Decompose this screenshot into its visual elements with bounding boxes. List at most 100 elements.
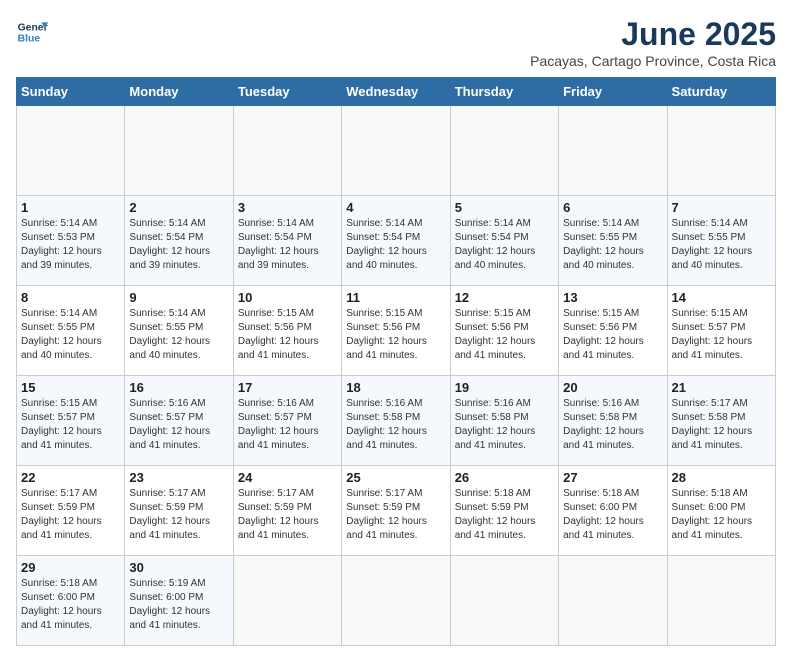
calendar-cell: 19 Sunrise: 5:16 AM Sunset: 5:58 PM Dayli… xyxy=(450,376,558,466)
day-number: 19 xyxy=(455,380,554,395)
cell-content: Sunrise: 5:15 AM Sunset: 5:56 PM Dayligh… xyxy=(238,307,337,363)
calendar-table: SundayMondayTuesdayWednesdayThursdayFrid… xyxy=(16,77,776,646)
calendar-cell: 20 Sunrise: 5:16 AM Sunset: 5:58 PM Dayli… xyxy=(559,376,667,466)
day-number: 22 xyxy=(21,470,120,485)
cell-content: Sunrise: 5:16 AM Sunset: 5:58 PM Dayligh… xyxy=(346,397,445,453)
calendar-cell xyxy=(125,106,233,196)
cell-content: Sunrise: 5:15 AM Sunset: 5:57 PM Dayligh… xyxy=(21,397,120,453)
calendar-week-2: 8 Sunrise: 5:14 AM Sunset: 5:55 PM Daylig… xyxy=(17,286,776,376)
day-number: 15 xyxy=(21,380,120,395)
day-number: 17 xyxy=(238,380,337,395)
calendar-cell: 21Sunrise: 5:17 AM Sunset: 5:58 PM Dayli… xyxy=(667,376,775,466)
cell-content: Sunrise: 5:16 AM Sunset: 5:58 PM Dayligh… xyxy=(563,397,662,453)
calendar-cell: 2Sunrise: 5:14 AM Sunset: 5:54 PM Daylig… xyxy=(125,196,233,286)
cell-content: Sunrise: 5:17 AM Sunset: 5:59 PM Dayligh… xyxy=(346,487,445,543)
calendar-cell xyxy=(233,106,341,196)
day-number: 29 xyxy=(21,560,120,575)
col-header-wednesday: Wednesday xyxy=(342,78,450,106)
col-header-friday: Friday xyxy=(559,78,667,106)
cell-content: Sunrise: 5:18 AM Sunset: 6:00 PM Dayligh… xyxy=(672,487,771,543)
calendar-cell xyxy=(667,106,775,196)
day-number: 27 xyxy=(563,470,662,485)
header-row: SundayMondayTuesdayWednesdayThursdayFrid… xyxy=(17,78,776,106)
calendar-cell: 24Sunrise: 5:17 AM Sunset: 5:59 PM Dayli… xyxy=(233,466,341,556)
day-number: 8 xyxy=(21,290,120,305)
cell-content: Sunrise: 5:14 AM Sunset: 5:55 PM Dayligh… xyxy=(129,307,228,363)
cell-content: Sunrise: 5:14 AM Sunset: 5:54 PM Dayligh… xyxy=(238,217,337,273)
calendar-cell xyxy=(667,556,775,646)
page-header: General Blue June 2025 Pacayas, Cartago … xyxy=(16,16,776,69)
col-header-thursday: Thursday xyxy=(450,78,558,106)
cell-content: Sunrise: 5:19 AM Sunset: 6:00 PM Dayligh… xyxy=(129,577,228,633)
calendar-cell: 9 Sunrise: 5:14 AM Sunset: 5:55 PM Daylig… xyxy=(125,286,233,376)
cell-content: Sunrise: 5:15 AM Sunset: 5:56 PM Dayligh… xyxy=(346,307,445,363)
calendar-cell xyxy=(450,556,558,646)
day-number: 16 xyxy=(129,380,228,395)
calendar-week-0 xyxy=(17,106,776,196)
cell-content: Sunrise: 5:14 AM Sunset: 5:53 PM Dayligh… xyxy=(21,217,120,273)
calendar-cell: 7Sunrise: 5:14 AM Sunset: 5:55 PM Daylig… xyxy=(667,196,775,286)
title-area: June 2025 Pacayas, Cartago Province, Cos… xyxy=(530,16,776,69)
calendar-cell: 18 Sunrise: 5:16 AM Sunset: 5:58 PM Dayli… xyxy=(342,376,450,466)
calendar-cell: 29Sunrise: 5:18 AM Sunset: 6:00 PM Dayli… xyxy=(17,556,125,646)
cell-content: Sunrise: 5:18 AM Sunset: 6:00 PM Dayligh… xyxy=(563,487,662,543)
cell-content: Sunrise: 5:15 AM Sunset: 5:57 PM Dayligh… xyxy=(672,307,771,363)
calendar-cell: 26 Sunrise: 5:18 AM Sunset: 5:59 PM Dayli… xyxy=(450,466,558,556)
cell-content: Sunrise: 5:15 AM Sunset: 5:56 PM Dayligh… xyxy=(563,307,662,363)
calendar-cell: 8 Sunrise: 5:14 AM Sunset: 5:55 PM Daylig… xyxy=(17,286,125,376)
calendar-cell xyxy=(342,556,450,646)
location: Pacayas, Cartago Province, Costa Rica xyxy=(530,53,776,69)
day-number: 12 xyxy=(455,290,554,305)
calendar-cell: 22 Sunrise: 5:17 AM Sunset: 5:59 PM Dayli… xyxy=(17,466,125,556)
col-header-monday: Monday xyxy=(125,78,233,106)
calendar-cell: 12Sunrise: 5:15 AM Sunset: 5:56 PM Dayli… xyxy=(450,286,558,376)
day-number: 1 xyxy=(21,200,120,215)
calendar-cell: 13 Sunrise: 5:15 AM Sunset: 5:56 PM Dayli… xyxy=(559,286,667,376)
col-header-tuesday: Tuesday xyxy=(233,78,341,106)
day-number: 30 xyxy=(129,560,228,575)
calendar-cell: 23Sunrise: 5:17 AM Sunset: 5:59 PM Dayli… xyxy=(125,466,233,556)
calendar-cell: 17Sunrise: 5:16 AM Sunset: 5:57 PM Dayli… xyxy=(233,376,341,466)
day-number: 28 xyxy=(672,470,771,485)
calendar-cell xyxy=(342,106,450,196)
cell-content: Sunrise: 5:14 AM Sunset: 5:55 PM Dayligh… xyxy=(21,307,120,363)
calendar-cell: 27 Sunrise: 5:18 AM Sunset: 6:00 PM Dayli… xyxy=(559,466,667,556)
calendar-cell: 14 Sunrise: 5:15 AM Sunset: 5:57 PM Dayli… xyxy=(667,286,775,376)
day-number: 5 xyxy=(455,200,554,215)
calendar-cell: 4Sunrise: 5:14 AM Sunset: 5:54 PM Daylig… xyxy=(342,196,450,286)
calendar-cell: 28 Sunrise: 5:18 AM Sunset: 6:00 PM Dayli… xyxy=(667,466,775,556)
calendar-cell xyxy=(559,556,667,646)
day-number: 18 xyxy=(346,380,445,395)
cell-content: Sunrise: 5:17 AM Sunset: 5:59 PM Dayligh… xyxy=(129,487,228,543)
day-number: 20 xyxy=(563,380,662,395)
calendar-cell: 15 Sunrise: 5:15 AM Sunset: 5:57 PM Dayli… xyxy=(17,376,125,466)
col-header-saturday: Saturday xyxy=(667,78,775,106)
day-number: 6 xyxy=(563,200,662,215)
cell-content: Sunrise: 5:14 AM Sunset: 5:55 PM Dayligh… xyxy=(672,217,771,273)
day-number: 13 xyxy=(563,290,662,305)
day-number: 24 xyxy=(238,470,337,485)
logo: General Blue xyxy=(16,16,48,48)
calendar-cell: 5 Sunrise: 5:14 AM Sunset: 5:54 PM Daylig… xyxy=(450,196,558,286)
calendar-cell: 25 Sunrise: 5:17 AM Sunset: 5:59 PM Dayli… xyxy=(342,466,450,556)
calendar-cell xyxy=(450,106,558,196)
calendar-week-4: 22 Sunrise: 5:17 AM Sunset: 5:59 PM Dayli… xyxy=(17,466,776,556)
day-number: 10 xyxy=(238,290,337,305)
day-number: 14 xyxy=(672,290,771,305)
day-number: 25 xyxy=(346,470,445,485)
calendar-cell: 10 Sunrise: 5:15 AM Sunset: 5:56 PM Dayli… xyxy=(233,286,341,376)
cell-content: Sunrise: 5:16 AM Sunset: 5:58 PM Dayligh… xyxy=(455,397,554,453)
day-number: 2 xyxy=(129,200,228,215)
cell-content: Sunrise: 5:16 AM Sunset: 5:57 PM Dayligh… xyxy=(129,397,228,453)
day-number: 9 xyxy=(129,290,228,305)
cell-content: Sunrise: 5:17 AM Sunset: 5:59 PM Dayligh… xyxy=(21,487,120,543)
cell-content: Sunrise: 5:18 AM Sunset: 5:59 PM Dayligh… xyxy=(455,487,554,543)
cell-content: Sunrise: 5:17 AM Sunset: 5:58 PM Dayligh… xyxy=(672,397,771,453)
calendar-cell: 6Sunrise: 5:14 AM Sunset: 5:55 PM Daylig… xyxy=(559,196,667,286)
cell-content: Sunrise: 5:14 AM Sunset: 5:54 PM Dayligh… xyxy=(455,217,554,273)
logo-icon: General Blue xyxy=(16,16,48,48)
calendar-cell: 11Sunrise: 5:15 AM Sunset: 5:56 PM Dayli… xyxy=(342,286,450,376)
day-number: 26 xyxy=(455,470,554,485)
calendar-cell xyxy=(233,556,341,646)
calendar-cell xyxy=(559,106,667,196)
